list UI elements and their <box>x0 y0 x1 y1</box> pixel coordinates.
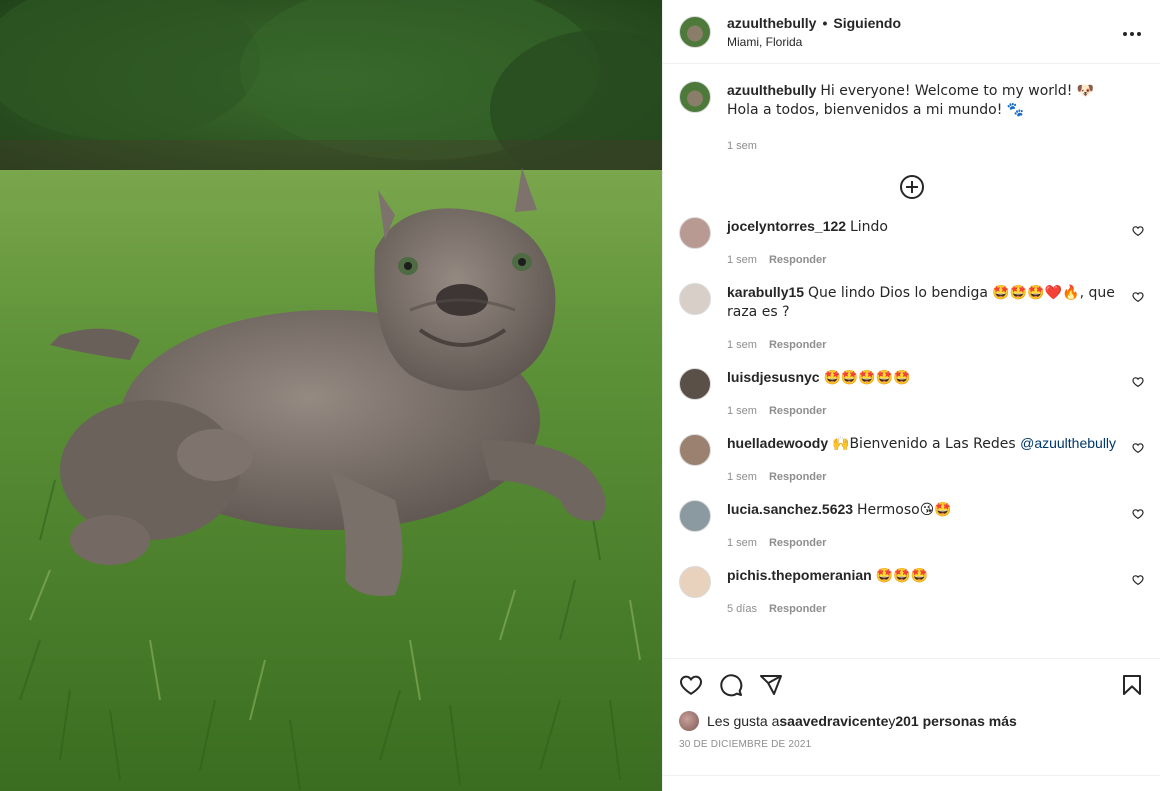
post-header: azuulthebully • Siguiendo Miami, Florida <box>663 0 1160 64</box>
post-date[interactable]: 30 DE DICIEMBRE DE 2021 <box>679 739 1144 750</box>
comment-text: 🤩🤩🤩 <box>875 568 928 584</box>
comment-time[interactable]: 5 días <box>727 600 757 618</box>
add-comment-icon[interactable] <box>899 175 924 199</box>
commenter-avatar[interactable] <box>679 566 711 598</box>
like-comment-icon[interactable] <box>1132 508 1144 520</box>
comment-item: lucia.sanchez.5623 Hermoso😘🤩 1 sem Respond… <box>679 500 1144 552</box>
comment-mention[interactable]: @azuulthebully <box>1020 435 1116 451</box>
caption-username[interactable]: azuulthebully <box>727 82 816 98</box>
heart-icon[interactable] <box>679 673 703 697</box>
commenter-avatar[interactable] <box>679 500 711 532</box>
like-comment-icon[interactable] <box>1132 225 1144 237</box>
commenter-username[interactable]: lucia.sanchez.5623 <box>727 501 853 517</box>
comment-item: karabully15 Que lindo Dios lo bendiga 🤩🤩… <box>679 283 1144 354</box>
comment-text: Lindo <box>849 219 888 235</box>
reply-button[interactable]: Responder <box>769 534 826 552</box>
reply-button[interactable]: Responder <box>769 402 826 420</box>
like-comment-icon[interactable] <box>1132 574 1144 586</box>
reply-button[interactable]: Responder <box>769 336 826 354</box>
bookmark-icon[interactable] <box>1120 673 1144 697</box>
comment-time[interactable]: 1 sem <box>727 336 757 354</box>
puppy-photo-illustration <box>0 0 662 791</box>
comment-item: jocelyntorres_122 Lindo 1 sem Responder <box>679 217 1144 269</box>
comment-item: luisdjesusnyc 🤩🤩🤩🤩🤩 1 sem Responder <box>679 368 1144 420</box>
post-photo[interactable] <box>0 0 662 791</box>
post-actions: Les gusta a saavedravicente y 201 person… <box>663 658 1160 750</box>
load-more-comments <box>679 157 1144 217</box>
comment-text: Hermoso😘🤩 <box>856 502 952 518</box>
action-icons <box>679 659 1144 711</box>
like-comment-icon[interactable] <box>1132 291 1144 303</box>
post-caption: azuulthebully Hi everyone! Welcome to my… <box>679 81 1144 155</box>
likes-middle: y <box>888 713 896 729</box>
reply-button[interactable]: Responder <box>769 600 826 618</box>
commenter-username[interactable]: jocelyntorres_122 <box>727 218 846 234</box>
comment-time[interactable]: 1 sem <box>727 468 757 486</box>
post-location[interactable]: Miami, Florida <box>727 35 901 49</box>
header-text: azuulthebully • Siguiendo Miami, Florida <box>727 15 901 49</box>
liker-avatar[interactable] <box>679 711 699 731</box>
reply-button[interactable]: Responder <box>769 251 826 269</box>
like-comment-icon[interactable] <box>1132 442 1144 454</box>
commenter-avatar[interactable] <box>679 434 711 466</box>
reply-button[interactable]: Responder <box>769 468 826 486</box>
comment-time[interactable]: 1 sem <box>727 534 757 552</box>
comment-item: pichis.thepomeranian 🤩🤩🤩 5 días Responder <box>679 566 1144 618</box>
comments-scroll-area[interactable]: azuulthebully Hi everyone! Welcome to my… <box>663 65 1160 658</box>
likes-prefix: Les gusta a <box>707 713 780 729</box>
likes-count[interactable]: 201 personas más <box>895 713 1016 729</box>
like-comment-icon[interactable] <box>1132 376 1144 388</box>
share-icon[interactable] <box>759 673 783 697</box>
post-side-panel: azuulthebully • Siguiendo Miami, Florida… <box>662 0 1160 791</box>
commenter-avatar[interactable] <box>679 368 711 400</box>
commenter-username[interactable]: karabully15 <box>727 284 804 300</box>
comments-list: jocelyntorres_122 Lindo 1 sem Responder kar… <box>679 217 1144 618</box>
comment-text: 🤩🤩🤩🤩🤩 <box>823 370 911 386</box>
comment-time[interactable]: 1 sem <box>727 251 757 269</box>
more-icon[interactable] <box>1120 22 1144 46</box>
comment-time[interactable]: 1 sem <box>727 402 757 420</box>
comment-text: 🙌Bienvenido a Las Redes <box>832 436 1021 452</box>
caption-avatar[interactable] <box>679 81 711 113</box>
likes-summary: Les gusta a saavedravicente y 201 person… <box>679 711 1144 731</box>
author-avatar[interactable] <box>679 15 711 48</box>
commenter-username[interactable]: huelladewoody <box>727 435 828 451</box>
add-comment-bar[interactable] <box>663 775 1160 791</box>
commenter-username[interactable]: luisdjesusnyc <box>727 369 820 385</box>
author-username[interactable]: azuulthebully <box>727 15 816 31</box>
following-button[interactable]: Siguiendo <box>833 15 901 31</box>
commenter-username[interactable]: pichis.thepomeranian <box>727 567 872 583</box>
comment-icon[interactable] <box>719 673 743 697</box>
separator-dot: • <box>822 14 828 31</box>
commenter-avatar[interactable] <box>679 283 711 315</box>
comment-item: huelladewoody 🙌Bienvenido a Las Redes @a… <box>679 434 1144 486</box>
caption-time[interactable]: 1 sem <box>727 137 1127 155</box>
commenter-avatar[interactable] <box>679 217 711 249</box>
liker-username[interactable]: saavedravicente <box>779 713 888 729</box>
